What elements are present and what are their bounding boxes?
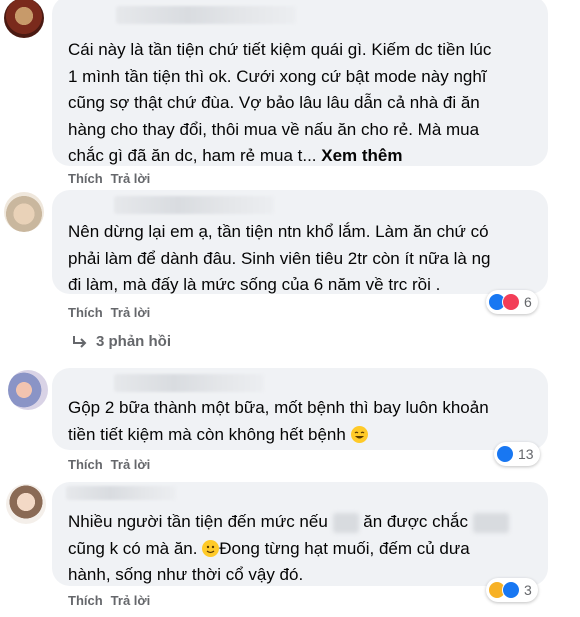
like-link[interactable]: Thích	[68, 171, 103, 186]
reply-link[interactable]: Trả lời	[111, 457, 151, 472]
comment-4: Nhiều người tần tiện đến mức nếu ăn được…	[0, 482, 580, 617]
reaction-summary[interactable]: 6	[486, 290, 538, 314]
like-link[interactable]: Thích	[68, 457, 103, 472]
like-reaction-icon	[502, 581, 520, 599]
reply-arrow-icon	[73, 335, 87, 348]
laughing-emoji-icon	[350, 425, 368, 443]
like-link[interactable]: Thích	[68, 305, 103, 320]
reaction-count: 13	[518, 446, 534, 462]
reaction-count: 6	[524, 294, 532, 310]
comment-1: Cái này là tần tiện chứ tiết kiệm quái g…	[0, 0, 580, 195]
smiling-emoji-icon	[202, 539, 220, 557]
see-more-link[interactable]: Xem thêm	[321, 146, 402, 165]
view-replies-link[interactable]: 3 phản hồi	[72, 333, 171, 350]
commenter-name-blurred	[114, 196, 274, 214]
comment-text: Gộp 2 bữa thành một bữa, mốt bệnh thì ba…	[68, 398, 489, 444]
commenter-name-blurred	[116, 6, 296, 24]
reply-link[interactable]: Trả lời	[111, 171, 151, 186]
comment-text: Cái này là tần tiện chứ tiết kiệm quái g…	[68, 40, 492, 165]
comment-text: Nên dừng lại em ạ, tần tiện ntn khổ lắm.…	[68, 222, 491, 294]
like-link[interactable]: Thích	[68, 593, 103, 608]
reply-link[interactable]: Trả lời	[111, 305, 151, 320]
comment-3: Gộp 2 bữa thành một bữa, mốt bệnh thì ba…	[0, 368, 580, 478]
commenter-name-blurred	[114, 374, 264, 392]
commenter-name-blurred	[66, 486, 176, 500]
blurred-word	[332, 512, 359, 533]
avatar[interactable]	[8, 370, 48, 410]
avatar[interactable]	[6, 484, 46, 524]
comment-actions: Thích Trả lời	[68, 457, 158, 472]
comment-actions: Thích Trả lời	[68, 171, 158, 186]
reaction-summary[interactable]: 3	[486, 578, 538, 602]
comment-actions: Thích Trả lời	[68, 593, 158, 608]
comment-2: Nên dừng lại em ạ, tần tiện ntn khổ lắm.…	[0, 190, 580, 360]
like-reaction-icon	[496, 445, 514, 463]
reaction-summary[interactable]: 13	[494, 442, 540, 466]
comment-actions: Thích Trả lời	[68, 305, 158, 320]
love-reaction-icon	[502, 293, 520, 311]
replies-count: 3 phản hồi	[96, 333, 171, 350]
avatar[interactable]	[4, 192, 44, 232]
reply-link[interactable]: Trả lời	[111, 593, 151, 608]
avatar[interactable]	[4, 0, 44, 38]
reaction-count: 3	[524, 582, 532, 598]
blurred-word	[472, 512, 509, 533]
comment-text: Nhiều người tần tiện đến mức nếu ăn được…	[68, 509, 548, 589]
